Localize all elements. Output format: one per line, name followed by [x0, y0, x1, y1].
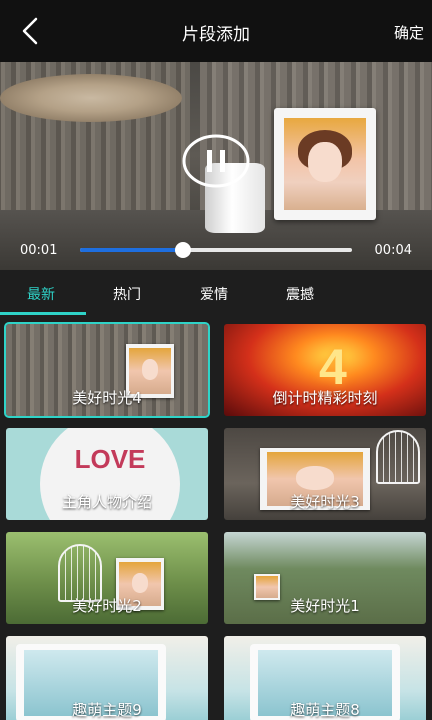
template-card[interactable]: 美好时光3: [224, 428, 426, 520]
thumb-face: [131, 572, 149, 593]
template-card[interactable]: 趣萌主题9: [6, 636, 208, 720]
template-card[interactable]: 4 倒计时精彩时刻: [224, 324, 426, 416]
scene-photo: [284, 118, 366, 210]
total-time: 00:04: [374, 243, 412, 258]
pause-icon: [182, 134, 250, 188]
template-label: 主角人物介绍: [61, 493, 152, 511]
template-card[interactable]: LOVE 主角人物介绍: [6, 428, 208, 520]
scene-photo-face: [308, 142, 342, 182]
template-card[interactable]: 美好时光4: [4, 322, 210, 418]
tab-shock[interactable]: 震撼: [286, 284, 314, 304]
progress-slider[interactable]: [80, 242, 352, 258]
thumb-face: [141, 359, 159, 381]
template-card[interactable]: 美好时光2: [6, 532, 208, 624]
scene-photo-frame: [274, 108, 376, 220]
template-card[interactable]: 美好时光1: [224, 532, 426, 624]
pause-button[interactable]: [182, 134, 250, 188]
thumb-love-text: LOVE: [74, 444, 146, 474]
category-tabs: 最新 热门 爱情 震撼: [0, 270, 432, 316]
tab-popular[interactable]: 热门: [113, 284, 141, 304]
header-bar: 片段添加 确定: [0, 0, 432, 62]
template-label: 倒计时精彩时刻: [272, 389, 378, 407]
thumb-birdcage: [58, 544, 102, 602]
tab-active-indicator: [0, 312, 86, 315]
template-grid: 美好时光4 4 倒计时精彩时刻 LOVE 主角人物介绍 美好时光3 美好时光2 …: [0, 316, 432, 720]
confirm-button[interactable]: 确定: [394, 22, 424, 43]
template-label: 美好时光4: [72, 389, 142, 407]
current-time: 00:01: [20, 243, 58, 258]
template-label: 趣萌主题8: [290, 701, 360, 719]
template-label: 美好时光3: [290, 493, 360, 511]
thumb-face: [295, 465, 335, 490]
template-label: 趣萌主题9: [72, 701, 142, 719]
scene-stump-top: [0, 74, 182, 122]
template-label: 美好时光1: [290, 597, 360, 615]
template-card[interactable]: 趣萌主题8: [224, 636, 426, 720]
tab-love[interactable]: 爱情: [200, 284, 228, 304]
thumb-birdcage: [376, 430, 420, 484]
progress-fill: [80, 248, 184, 252]
tab-latest[interactable]: 最新: [27, 284, 55, 304]
template-label: 美好时光2: [72, 597, 142, 615]
page-title: 片段添加: [182, 25, 250, 45]
